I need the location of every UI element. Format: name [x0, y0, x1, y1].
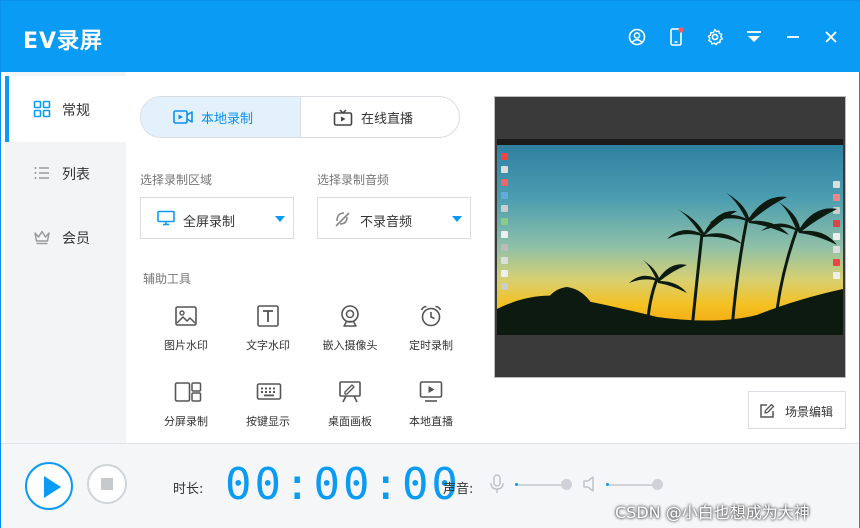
stop-icon — [101, 478, 113, 490]
play-icon — [44, 476, 61, 498]
sidebar-item-vip[interactable]: 会员 — [5, 204, 126, 270]
text-icon — [256, 304, 280, 328]
speaker-volume-slider[interactable] — [609, 484, 657, 486]
record-audio-label: 选择录制音频 — [317, 173, 390, 187]
minimize-icon[interactable] — [781, 25, 805, 49]
tool-scheduled-record[interactable]: 定时录制 — [391, 304, 471, 354]
title-bar: EV录屏 — [1, 1, 860, 72]
record-area-select[interactable]: 全屏录制 — [140, 197, 294, 239]
tool-image-watermark[interactable]: 图片水印 — [146, 304, 226, 354]
tool-label: 分屏录制 — [164, 415, 208, 428]
webcam-icon — [338, 304, 362, 328]
tab-label: 本地录制 — [201, 112, 254, 127]
tab-local-record[interactable]: 本地录制 — [141, 97, 301, 137]
tool-label: 本地直播 — [409, 415, 453, 428]
chevron-down-icon — [452, 216, 462, 222]
image-icon — [174, 304, 198, 328]
sidebar-item-label: 会员 — [62, 231, 90, 247]
microphone-icon[interactable] — [489, 474, 505, 498]
record-area-value: 全屏录制 — [183, 215, 236, 230]
tool-webcam[interactable]: 嵌入摄像头 — [310, 304, 390, 354]
tool-label: 定时录制 — [409, 339, 453, 352]
tool-split-screen[interactable]: 分屏录制 — [146, 380, 226, 430]
sound-label: 声音: — [443, 482, 474, 497]
record-audio-select[interactable]: 不录音频 — [317, 197, 471, 239]
tool-label: 按键显示 — [246, 415, 290, 428]
mic-volume-slider[interactable] — [518, 484, 566, 486]
phone-icon[interactable] — [664, 25, 688, 49]
tools-label: 辅助工具 — [143, 272, 192, 286]
chevron-down-icon — [275, 216, 285, 222]
alarm-clock-icon — [419, 304, 443, 328]
record-audio-value: 不录音频 — [360, 215, 413, 230]
csdn-watermark: CSDN @小白也想成为大神 — [615, 503, 810, 522]
sidebar: 常规 列表 会员 — [5, 72, 126, 443]
mic-volume-knob[interactable] — [561, 479, 572, 490]
edit-icon — [759, 403, 775, 422]
grid-icon — [33, 100, 51, 118]
speaker-icon[interactable] — [582, 475, 598, 497]
tool-text-watermark[interactable]: 文字水印 — [228, 304, 308, 354]
palm-trees-silhouette — [497, 191, 843, 335]
mute-icon — [334, 210, 352, 232]
speaker-volume-knob[interactable] — [652, 479, 663, 490]
mode-tabs: 本地录制 在线直播 — [140, 96, 460, 138]
keyboard-icon — [256, 380, 282, 404]
list-icon — [33, 164, 51, 182]
sidebar-item-label: 常规 — [62, 103, 90, 119]
tool-key-display[interactable]: 按键显示 — [228, 380, 308, 430]
sidebar-item-list[interactable]: 列表 — [5, 140, 126, 206]
split-screen-icon — [174, 380, 202, 404]
local-live-icon — [419, 380, 443, 404]
tab-label: 在线直播 — [361, 112, 414, 127]
crown-icon — [33, 228, 51, 246]
duration-label: 时长: — [173, 482, 204, 497]
tab-online-live[interactable]: 在线直播 — [301, 97, 459, 137]
scene-edit-label: 场景编辑 — [785, 405, 834, 419]
record-area-label: 选择录制区域 — [140, 173, 213, 187]
tool-local-live[interactable]: 本地直播 — [391, 380, 471, 430]
tool-label: 桌面画板 — [328, 415, 372, 428]
stop-record-button[interactable] — [87, 464, 127, 504]
tool-label: 嵌入摄像头 — [322, 339, 378, 352]
monitor-icon — [157, 210, 175, 230]
tool-desktop-board[interactable]: 桌面画板 — [310, 380, 390, 430]
desktop-preview-image — [497, 139, 843, 335]
tv-icon — [333, 109, 353, 131]
preview-panel — [494, 96, 846, 378]
close-icon[interactable] — [819, 25, 843, 49]
app-title: EV录屏 — [23, 29, 104, 54]
tool-label: 图片水印 — [164, 339, 208, 352]
app-window: EV录屏 常规 列表 会员 本地录制 在线直播 选择录制区域 全屏录制 选择录制… — [0, 0, 860, 528]
gear-icon[interactable] — [703, 25, 727, 49]
record-icon — [173, 109, 193, 129]
duration-timer: 00:00:00 — [225, 459, 461, 510]
easel-icon — [338, 380, 362, 404]
sidebar-item-general[interactable]: 常规 — [5, 76, 126, 142]
scene-edit-button[interactable]: 场景编辑 — [748, 391, 846, 429]
dropdown-menu-icon[interactable] — [742, 25, 766, 49]
user-icon[interactable] — [625, 25, 649, 49]
start-record-button[interactable] — [25, 462, 73, 510]
tool-label: 文字水印 — [246, 339, 290, 352]
sidebar-item-label: 列表 — [62, 167, 90, 183]
